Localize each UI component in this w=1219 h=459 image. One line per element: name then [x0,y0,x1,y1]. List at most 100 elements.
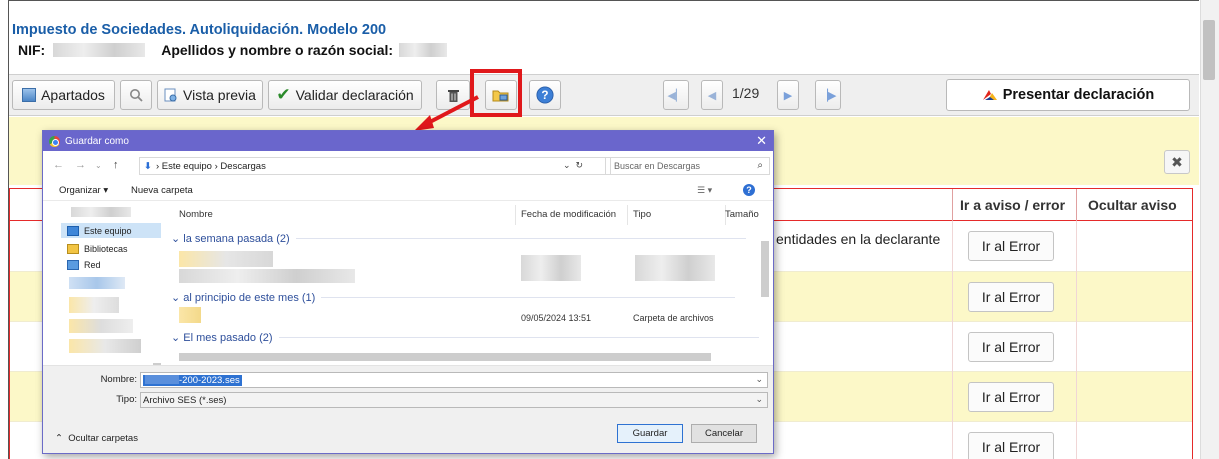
nav-item-label: Este equipo [84,225,132,236]
ir-al-error-button[interactable]: Ir al Error [968,332,1054,362]
group-header[interactable]: ⌄ la semana pasada (2) [171,232,746,245]
validar-label: Validar declaración [295,87,414,103]
nav-item-redacted [69,339,141,353]
group-header[interactable]: ⌄ El mes pasado (2) [171,331,759,344]
breadcrumb-item[interactable]: Este equipo [162,161,212,172]
nav-item-redacted [69,319,133,333]
vista-previa-button[interactable]: Vista previa [157,80,263,110]
file-date: 09/05/2024 13:51 [521,313,592,323]
col-tamano[interactable]: Tamaño [725,209,759,220]
back-arrow-icon[interactable]: ← [53,159,64,171]
taxpayer-info: NIF: Apellidos y nombre o razón social: [18,42,448,58]
up-arrow-icon[interactable]: ↑ [113,159,119,171]
search-icon: ⌕ [757,160,763,171]
prev-page-icon: ◀ [707,89,717,102]
next-page-button[interactable]: ▶ [777,80,799,110]
group-label: la semana pasada (2) [183,232,290,245]
validar-button[interactable]: ✔ Validar declaración [268,80,422,110]
filename-value: -200-2023.ses [179,374,240,386]
preview-icon [164,88,177,101]
vista-previa-label: Vista previa [183,87,256,103]
filename-selection: -200-2023.ses [143,374,242,386]
filetype-select[interactable]: Archivo SES (*.ses) ⌄ [140,392,768,408]
list-scrollbar[interactable] [759,221,771,351]
file-row-redacted[interactable] [179,269,355,283]
new-folder-button[interactable]: Nueva carpeta [131,185,193,196]
help-icon: ? [536,86,554,104]
save-button[interactable]: Guardar [617,424,683,443]
help-button[interactable]: ? [529,80,561,110]
header-separator [952,189,953,221]
cancel-button[interactable]: Cancelar [691,424,757,443]
col-fecha[interactable]: Fecha de modificación [521,209,616,220]
organize-button[interactable]: Organizar ▾ [59,185,108,196]
ir-al-error-button[interactable]: Ir al Error [968,432,1054,459]
file-row-redacted[interactable] [179,251,273,267]
view-options-icon[interactable]: ☰ ▾ [697,185,712,196]
sections-icon [22,88,37,102]
column-separator [1076,221,1077,459]
forward-arrow-icon[interactable]: → [75,159,86,171]
svg-text:?: ? [541,89,548,102]
last-page-button[interactable]: ▕▶ [815,80,841,110]
ir-al-error-button[interactable]: Ir al Error [968,231,1054,261]
downloads-icon: ⬇ [144,160,152,172]
ir-al-error-button[interactable]: Ir al Error [968,282,1054,312]
address-row: ← → ⌄ ↑ ⬇ › Este equipo › Descargas ⌄ ↻ … [43,155,773,177]
dialog-footer: ⌃ Ocultar carpetas Guardar Cancelar [43,413,773,453]
hide-folders-label: Ocultar carpetas [68,433,138,444]
group-line [295,238,746,239]
dialog-close-icon[interactable]: ✕ [756,133,767,149]
last-page-icon: ▕▶ [819,89,837,102]
chrome-icon [49,135,60,147]
recent-chevron-icon[interactable]: ⌄ [95,161,102,170]
col-ir-aviso: Ir a aviso / error [960,197,1066,213]
chevron-down-icon: ⌄ [171,292,184,304]
filename-area: Nombre: -200-2023.ses ⌄ Tipo: Archivo SE… [43,365,773,413]
navigation-pane: Este equipo Bibliotecas Red [43,203,165,403]
address-bar[interactable]: ⬇ › Este equipo › Descargas [139,157,611,175]
col-tipo[interactable]: Tipo [633,209,651,220]
nav-item-redacted [69,297,119,313]
prev-page-button[interactable]: ◀ [701,80,723,110]
search-icon [129,88,143,102]
header-separator [1076,189,1077,221]
nav-item-bibliotecas[interactable]: Bibliotecas [67,241,128,256]
list-scrollbar-thumb[interactable] [761,241,769,297]
command-bar: Organizar ▾ Nueva carpeta ☰ ▾ ? [43,181,773,201]
chevron-down-icon: ⌄ [755,394,763,404]
presentar-button[interactable]: Presentar declaración [946,79,1190,111]
nav-item-red[interactable]: Red [67,257,101,272]
filetype-label: Tipo: [116,394,137,405]
breadcrumb-item[interactable]: Descargas [220,161,265,172]
help-icon[interactable]: ? [743,184,755,196]
nav-item-redacted [69,277,125,289]
apartados-button[interactable]: Apartados [12,80,115,110]
nav-item-este-equipo[interactable]: Este equipo [61,223,161,238]
check-icon: ✔ [276,85,291,104]
column-separator [952,221,953,459]
ir-al-error-button[interactable]: Ir al Error [968,382,1054,412]
dialog-titlebar: Guardar como ✕ [43,131,773,151]
page-scrollbar-thumb[interactable] [1203,20,1215,80]
close-notice-button[interactable]: ✖ [1164,150,1190,174]
search-input[interactable]: Buscar en Descargas ⌕ [605,157,770,175]
date-redacted [521,255,581,281]
search-button[interactable] [120,80,152,110]
network-icon [67,259,79,270]
filename-input[interactable]: -200-2023.ses ⌄ [140,372,768,388]
library-icon [67,243,79,254]
hide-folders-button[interactable]: ⌃ Ocultar carpetas [55,433,138,444]
delete-button[interactable] [436,80,470,110]
list-hscrollbar-thumb[interactable] [179,353,711,361]
group-header[interactable]: ⌄ al principio de este mes (1) [171,291,736,304]
first-page-button[interactable]: ◀▏ [663,80,689,110]
nif-label: NIF: [18,42,46,58]
name-value-redacted [399,43,448,57]
refresh-icon[interactable]: ⌄ ↻ [563,160,583,171]
chevron-down-icon[interactable]: ⌄ [755,374,763,385]
col-nombre[interactable]: Nombre [179,209,213,220]
group-label: al principio de este mes (1) [183,291,316,304]
folder-row-redacted[interactable] [179,307,201,323]
list-hscrollbar[interactable] [165,351,773,363]
